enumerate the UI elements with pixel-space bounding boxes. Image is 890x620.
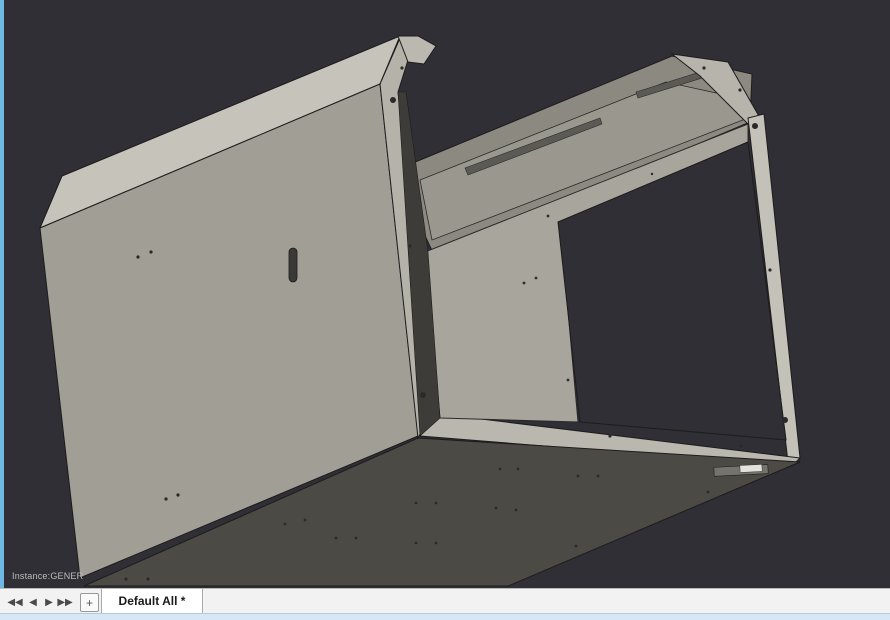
instance-label: Instance:GENER bbox=[12, 571, 84, 581]
floor-label-white bbox=[739, 464, 763, 473]
graphics-viewport[interactable]: Instance:GENER bbox=[4, 0, 890, 588]
model-view[interactable] bbox=[4, 0, 890, 588]
last-tab-button[interactable]: ▶▶ bbox=[57, 595, 72, 609]
side-panel-slot bbox=[288, 247, 298, 283]
first-tab-button[interactable]: ◀◀ bbox=[7, 595, 22, 609]
sheet-tab-bar: ◀◀ ◀ ▶ ▶▶ + Default All * bbox=[0, 588, 890, 620]
next-tab-button[interactable]: ▶ bbox=[42, 595, 56, 609]
add-tab-button[interactable]: + bbox=[80, 593, 99, 612]
prev-tab-button[interactable]: ◀ bbox=[26, 595, 40, 609]
tab-default-all[interactable]: Default All * bbox=[101, 589, 203, 614]
